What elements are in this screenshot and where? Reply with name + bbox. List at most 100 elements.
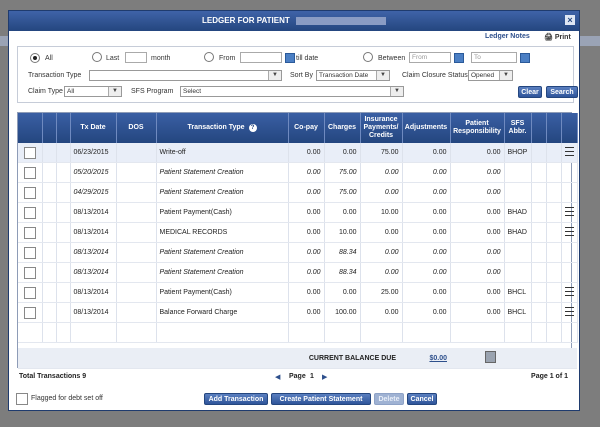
table-row[interactable]: 06/23/2015Write-off0.000.0075.000.000.00… — [18, 143, 577, 163]
select-cell — [18, 243, 42, 263]
sfs-program-select[interactable]: Select▼ — [180, 86, 404, 97]
transaction-type-label: Transaction Type — [28, 72, 81, 79]
ledger-notes-link[interactable]: Ledger Notes — [485, 33, 530, 40]
table-row[interactable]: 08/13/2014Patient Payment(Cash)0.000.001… — [18, 203, 577, 223]
menu-icon[interactable] — [565, 207, 574, 216]
adjustments-cell: 0.00 — [402, 303, 450, 323]
delete-button[interactable]: Delete — [374, 393, 404, 405]
patient-responsibility-cell: 0.00 — [450, 283, 504, 303]
blank-cell — [531, 163, 546, 183]
radio-from[interactable] — [204, 52, 214, 62]
menu-icon[interactable] — [565, 287, 574, 296]
blank-cell — [42, 203, 56, 223]
radio-last[interactable] — [92, 52, 102, 62]
patient-responsibility-cell: 0.00 — [450, 163, 504, 183]
header-insurance[interactable]: Insurance Payments/ Credits — [360, 113, 402, 143]
flagged-checkbox[interactable] — [16, 393, 28, 405]
cancel-button[interactable]: Cancel — [407, 393, 437, 405]
prev-page-icon[interactable]: ◀ — [275, 373, 280, 381]
adjustments-cell: 0.00 — [402, 283, 450, 303]
insurance-cell: 0.00 — [360, 163, 402, 183]
row-checkbox[interactable] — [24, 227, 36, 239]
header-sfs-abbr[interactable]: SFS Abbr. — [504, 113, 531, 143]
menu-cell — [561, 283, 577, 303]
adjustments-cell: 0.00 — [402, 143, 450, 163]
row-checkbox[interactable] — [24, 287, 36, 299]
header-adjustments[interactable]: Adjustments — [402, 113, 450, 143]
insurance-cell: 0.00 — [360, 223, 402, 243]
flagged-label: Flagged for debt set off — [31, 395, 103, 402]
clear-button[interactable]: Clear — [518, 86, 542, 98]
menu-icon[interactable] — [565, 307, 574, 316]
transaction-type-cell: MEDICAL RECORDS — [156, 223, 288, 243]
charges-cell: 75.00 — [324, 163, 360, 183]
table-row[interactable]: 08/13/2014Patient Statement Creation0.00… — [18, 263, 577, 283]
claim-closure-select[interactable]: Opened▼ — [468, 70, 513, 81]
from-date-input[interactable] — [240, 52, 282, 63]
menu-icon[interactable] — [565, 147, 574, 156]
dos-cell — [116, 223, 156, 243]
blank-cell — [531, 183, 546, 203]
row-checkbox[interactable] — [24, 247, 36, 259]
header-patient-responsibility[interactable]: Patient Responsibility — [450, 113, 504, 143]
table-row[interactable]: 08/13/2014Balance Forward Charge0.00100.… — [18, 303, 577, 323]
between-to-input[interactable]: To — [471, 52, 517, 63]
select-cell — [18, 263, 42, 283]
header-dos[interactable]: DOS — [116, 113, 156, 143]
radio-between[interactable] — [363, 52, 373, 62]
charges-cell: 0.00 — [324, 283, 360, 303]
calendar-icon[interactable] — [520, 53, 530, 63]
row-checkbox[interactable] — [24, 267, 36, 279]
create-patient-statement-button[interactable]: Create Patient Statement — [271, 393, 371, 405]
row-checkbox[interactable] — [24, 187, 36, 199]
menu-cell — [561, 223, 577, 243]
claim-type-select[interactable]: All▼ — [64, 86, 122, 97]
balance-value[interactable]: $0.00 — [402, 348, 450, 369]
radio-all[interactable] — [30, 53, 40, 63]
help-icon[interactable]: ? — [249, 124, 257, 132]
close-button[interactable]: × — [565, 15, 575, 25]
add-transaction-button[interactable]: Add Transaction — [204, 393, 268, 405]
insurance-cell: 75.00 — [360, 143, 402, 163]
insurance-cell: 0.00 — [360, 303, 402, 323]
table-row[interactable]: 08/13/2014MEDICAL RECORDS0.0010.000.000.… — [18, 223, 577, 243]
blank-cell — [546, 283, 561, 303]
next-page-icon[interactable]: ▶ — [322, 373, 327, 381]
menu-cell — [561, 263, 577, 283]
last-months-input[interactable] — [125, 52, 147, 63]
insurance-cell: 0.00 — [360, 243, 402, 263]
page-number[interactable]: 1 — [310, 373, 314, 380]
transaction-type-select[interactable]: ▼ — [89, 70, 282, 81]
row-checkbox[interactable] — [24, 167, 36, 179]
dos-cell — [116, 183, 156, 203]
row-checkbox[interactable] — [24, 307, 36, 319]
table-row[interactable]: 08/13/2014Patient Payment(Cash)0.000.002… — [18, 283, 577, 303]
menu-icon[interactable] — [565, 227, 574, 236]
table-row[interactable]: 05/20/2015Patient Statement Creation0.00… — [18, 163, 577, 183]
calendar-icon[interactable] — [285, 53, 295, 63]
balance-label: CURRENT BALANCE DUE — [18, 348, 402, 369]
sort-by-select[interactable]: Transaction Date▼ — [316, 70, 390, 81]
chevron-down-icon: ▼ — [390, 87, 403, 96]
patient-responsibility-cell: 0.00 — [450, 183, 504, 203]
search-button[interactable]: Search — [546, 86, 578, 98]
header-charges[interactable]: Charges — [324, 113, 360, 143]
month-label: month — [151, 55, 170, 62]
row-checkbox[interactable] — [24, 207, 36, 219]
tx-date-cell: 08/13/2014 — [70, 223, 116, 243]
between-from-input[interactable]: From — [409, 52, 451, 63]
table-row[interactable]: 04/29/2015Patient Statement Creation0.00… — [18, 183, 577, 203]
insurance-cell: 10.00 — [360, 203, 402, 223]
print-link[interactable]: 🖨 Print — [544, 33, 571, 41]
adjustments-cell: 0.00 — [402, 263, 450, 283]
header-transaction-type[interactable]: Transaction Type? — [156, 113, 288, 143]
table-row[interactable]: 08/13/2014Patient Statement Creation0.00… — [18, 243, 577, 263]
tx-date-cell: 05/20/2015 — [70, 163, 116, 183]
empty-cell — [561, 323, 577, 343]
empty-cell — [156, 323, 288, 343]
row-checkbox[interactable] — [24, 147, 36, 159]
calendar-icon[interactable] — [454, 53, 464, 63]
header-tx-date[interactable]: Tx Date — [70, 113, 116, 143]
calculator-icon[interactable] — [485, 351, 496, 363]
header-copay[interactable]: Co-pay — [288, 113, 324, 143]
